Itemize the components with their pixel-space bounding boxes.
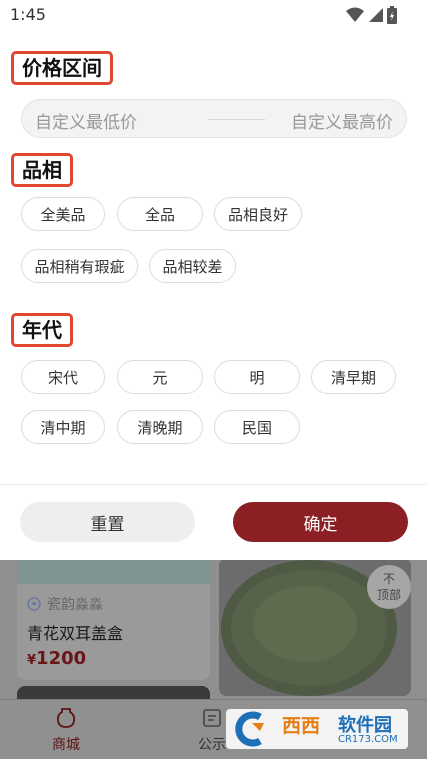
era-section-title: 年代 [11,313,73,347]
era-chip-mid-qing[interactable]: 清中期 [21,410,105,444]
condition-section-title: 品相 [11,153,73,187]
tab-mall-label: 商城 [52,737,80,753]
status-bar: 1:45 [0,0,427,30]
price-currency: ¥ [27,653,37,668]
price-max-field[interactable]: 自定义最高价 [291,108,393,133]
condition-chip-good[interactable]: 品相良好 [214,197,302,231]
era-chip-ming[interactable]: 明 [214,360,300,394]
status-icons [346,6,397,24]
back-to-top-button[interactable]: 不 顶部 [367,565,411,609]
condition-chip-full[interactable]: 全品 [117,197,203,231]
watermark-url: CR173.COM [338,734,398,745]
item-price: ¥1200 [27,648,86,669]
status-time: 1:45 [10,5,46,24]
price-value: 1200 [36,648,87,669]
condition-chip-poor[interactable]: 品相较差 [149,249,236,283]
tab-mall[interactable]: 商城 [52,708,80,754]
product-image [17,560,210,584]
watermark-text-xixi: 西西 [282,715,321,737]
notice-icon [203,709,221,727]
condition-chip-perfect[interactable]: 全美品 [21,197,105,231]
era-chip-song[interactable]: 宋代 [21,360,105,394]
price-range-input: 自定义最低价 自定义最高价 [21,99,407,138]
era-chip-yuan[interactable]: 元 [117,360,203,394]
era-chip-late-qing[interactable]: 清晚期 [117,410,203,444]
shop-name-label: 瓷韵淼淼 [47,597,103,613]
reset-button[interactable]: 重置 [20,502,195,542]
watermark-logo-icon [235,711,264,747]
tab-notice-label: 公示 [198,737,226,753]
dimmed-background[interactable]: 瓷韵淼淼 青花双耳盖盒 ¥1200 不 顶部 商城 公示 西西 软件园 CR17… [0,560,427,759]
era-chip-early-qing[interactable]: 清早期 [311,360,396,394]
shop-name: 瓷韵淼淼 [27,594,103,614]
shop-icon [27,597,41,611]
tab-notice[interactable]: 公示 [198,708,226,754]
wifi-icon [346,7,364,22]
condition-chip-slight-flaw[interactable]: 品相稍有瑕疵 [21,249,138,283]
signal-icon [369,8,383,22]
item-title: 青花双耳盖盒 [27,624,124,643]
confirm-button[interactable]: 确定 [233,502,408,542]
price-separator [208,119,265,120]
top-button-line1: 不 [382,572,395,586]
divider [0,484,427,485]
price-min-field[interactable]: 自定义最低价 [35,108,137,133]
vase-icon [56,708,76,728]
product-card[interactable]: 瓷韵淼淼 青花双耳盖盒 ¥1200 [17,560,210,680]
site-watermark: 西西 软件园 CR173.COM [226,709,408,749]
top-button-line2: 顶部 [376,588,401,602]
battery-icon [387,6,397,24]
era-chip-republic[interactable]: 民国 [214,410,300,444]
price-section-title: 价格区间 [11,51,113,85]
